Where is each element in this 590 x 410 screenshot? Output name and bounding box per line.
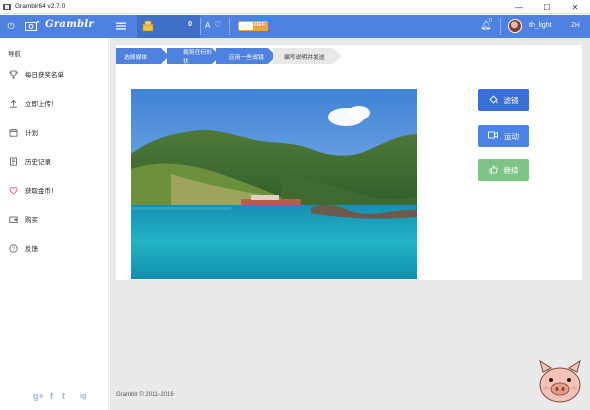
svg-text:?: ? bbox=[12, 246, 15, 252]
maximize-button[interactable]: ☐ bbox=[533, 0, 561, 14]
coins-icon bbox=[142, 20, 154, 32]
wallet-icon bbox=[8, 214, 18, 224]
sidebar: 导航 每日获奖名单 立即上传！ 计划 历史记录 获取金币！ 购买 ? 反馈 g+… bbox=[0, 38, 109, 410]
calendar-icon bbox=[8, 127, 18, 137]
power-icon[interactable]: ⏻ bbox=[5, 20, 17, 32]
window-title: Gramblr64 v2.7.0 bbox=[15, 3, 66, 10]
motion-button[interactable]: 运动 bbox=[478, 125, 529, 147]
minimize-button[interactable]: — bbox=[505, 0, 533, 14]
filter-label: 滤镜 bbox=[503, 95, 519, 105]
instagram-icon[interactable]: ig bbox=[80, 393, 86, 400]
motion-label: 运动 bbox=[504, 131, 519, 141]
auto-toggle[interactable]: OFF bbox=[238, 21, 268, 31]
step-label: 应用一些滤镜 bbox=[229, 54, 264, 61]
username[interactable]: th_light bbox=[529, 22, 552, 29]
editor-card: 选择媒体 裁剪任何形状 应用一些滤镜 编写说明并发送 滤镜 运动 继续 bbox=[116, 45, 582, 280]
brand-logo: Gramblr bbox=[45, 19, 95, 30]
toggle-label: OFF bbox=[254, 22, 265, 28]
paint-bucket-icon bbox=[488, 94, 498, 106]
sidebar-item-label: 反馈 bbox=[25, 246, 38, 253]
sidebar-item-feedback[interactable]: ? 反馈 bbox=[0, 238, 108, 258]
step-caption-send[interactable]: 编写说明并发送 bbox=[273, 48, 341, 64]
trophy-icon bbox=[8, 69, 18, 79]
heart-icon[interactable]: ♡ bbox=[214, 20, 221, 29]
mascot-pig-icon bbox=[539, 359, 581, 403]
google-plus-icon[interactable]: g+ bbox=[33, 391, 44, 401]
upload-icon bbox=[8, 98, 18, 108]
continue-label: 继续 bbox=[503, 165, 519, 175]
help-icon: ? bbox=[8, 243, 18, 253]
continue-button[interactable]: 继续 bbox=[478, 159, 529, 181]
step-filters[interactable]: 应用一些滤镜 bbox=[216, 48, 276, 64]
font-a-icon[interactable]: A bbox=[205, 21, 210, 30]
coin-balance[interactable]: 0 bbox=[137, 15, 200, 38]
camera-upload-icon[interactable] bbox=[25, 21, 39, 31]
sidebar-item-daily-winners[interactable]: 每日获奖名单 bbox=[0, 64, 108, 84]
language-switch[interactable]: ZH bbox=[571, 22, 580, 29]
footer-copyright: Gramblr © 2011-2016 bbox=[116, 392, 174, 398]
sidebar-item-buy[interactable]: 购买 bbox=[0, 209, 108, 229]
step-label: 裁剪任何形状 bbox=[183, 50, 212, 65]
facebook-icon[interactable]: f bbox=[50, 391, 53, 401]
step-label: 选择媒体 bbox=[124, 54, 148, 61]
sidebar-item-history[interactable]: 历史记录 bbox=[0, 151, 108, 171]
sidebar-item-get-coins[interactable]: 获取金币！ bbox=[0, 180, 108, 200]
twitter-icon[interactable]: t bbox=[62, 391, 65, 401]
video-camera-icon bbox=[488, 131, 498, 141]
sidebar-item-label: 计划 bbox=[25, 130, 38, 137]
step-crop[interactable]: 裁剪任何形状 bbox=[167, 48, 220, 65]
header-divider bbox=[229, 18, 230, 35]
sidebar-item-schedule[interactable]: 计划 bbox=[0, 122, 108, 142]
window-titlebar: Gramblr64 v2.7.0 — ☐ ✕ bbox=[0, 0, 590, 14]
step-arrow bbox=[333, 48, 341, 64]
close-button[interactable]: ✕ bbox=[561, 0, 589, 14]
history-icon bbox=[8, 156, 18, 166]
notification-badge: 0 bbox=[489, 18, 492, 24]
toggle-knob bbox=[239, 22, 253, 30]
photo-preview bbox=[131, 89, 417, 279]
header-divider bbox=[500, 18, 501, 35]
main-area: 选择媒体 裁剪任何形状 应用一些滤镜 编写说明并发送 滤镜 运动 继续 Gram… bbox=[110, 38, 590, 410]
sidebar-item-label: 历史记录 bbox=[25, 159, 51, 166]
sidebar-item-label: 获取金币！ bbox=[25, 188, 58, 195]
hamburger-menu-icon[interactable] bbox=[115, 20, 127, 32]
step-label: 编写说明并发送 bbox=[284, 54, 325, 61]
sidebar-item-label: 每日获奖名单 bbox=[25, 72, 64, 79]
heart-icon bbox=[8, 185, 18, 195]
sidebar-heading: 导航 bbox=[8, 51, 21, 58]
app-icon bbox=[3, 3, 11, 10]
app-header: ⏻ Gramblr 0 A ♡ OFF 🔔︎ 0 th_light ZH bbox=[0, 15, 590, 38]
sidebar-item-label: 立即上传！ bbox=[25, 101, 58, 108]
header-divider bbox=[200, 18, 201, 35]
sidebar-item-label: 购买 bbox=[25, 217, 38, 224]
filter-button[interactable]: 滤镜 bbox=[478, 89, 529, 111]
coin-count: 0 bbox=[188, 21, 192, 28]
avatar[interactable] bbox=[508, 19, 522, 33]
thumbs-up-icon bbox=[489, 165, 498, 176]
step-select-media[interactable]: 选择媒体 bbox=[116, 48, 169, 64]
sidebar-item-upload[interactable]: 立即上传！ bbox=[0, 93, 108, 113]
